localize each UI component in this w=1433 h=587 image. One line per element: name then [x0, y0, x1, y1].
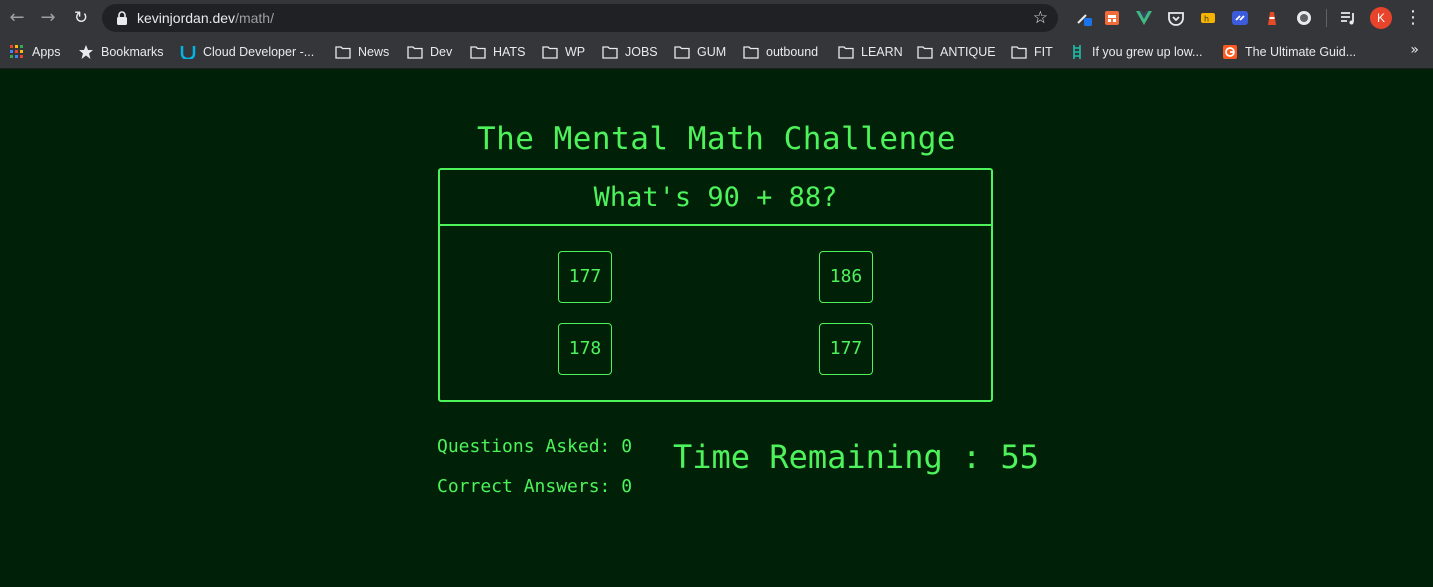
- folder-icon: [407, 46, 423, 59]
- lock-icon: [117, 11, 127, 25]
- bookmark-label: If you grew up low...: [1092, 45, 1203, 59]
- bookmark-label: Apps: [32, 45, 61, 59]
- folder-icon: [674, 46, 690, 59]
- bookmark-folder-jobs[interactable]: JOBS: [602, 42, 658, 62]
- udacity-icon: [180, 46, 196, 59]
- answer-option-button[interactable]: 178: [558, 323, 612, 375]
- forward-arrow-icon[interactable]: →: [37, 7, 59, 29]
- bookmark-apps[interactable]: Apps: [9, 42, 61, 62]
- eyedropper-extension-icon[interactable]: [1075, 9, 1093, 27]
- bookmark-cloud-developer[interactable]: Cloud Developer -...: [180, 42, 314, 62]
- g-logo-icon: [1223, 45, 1237, 59]
- bookmark-bookmarks[interactable]: Bookmarks: [78, 42, 164, 62]
- folder-icon: [602, 46, 618, 59]
- more-bookmarks-button[interactable]: »: [1410, 42, 1419, 58]
- vue-devtools-icon[interactable]: [1135, 9, 1153, 27]
- bookmark-label: JOBS: [625, 45, 658, 59]
- bookmark-label: Cloud Developer -...: [203, 45, 315, 59]
- bookmark-folder-fit[interactable]: FIT: [1011, 42, 1053, 62]
- bookmarks-bar: Apps Bookmarks Cloud Developer -... News…: [0, 36, 1433, 69]
- bookmark-folder-wp[interactable]: WP: [542, 42, 585, 62]
- bookmark-label: outbound: [766, 45, 819, 59]
- bookmark-ultimate-guide[interactable]: The Ultimate Guid...: [1222, 42, 1356, 62]
- folder-icon: [917, 46, 933, 59]
- bookmark-label: The Ultimate Guid...: [1245, 45, 1357, 59]
- media-controls-icon[interactable]: [1339, 9, 1357, 27]
- folder-icon: [838, 46, 854, 59]
- calendar-extension-icon[interactable]: [1103, 9, 1121, 27]
- bookmark-label: News: [358, 45, 390, 59]
- bookmark-folder-dev[interactable]: Dev: [407, 42, 452, 62]
- answer-option-button[interactable]: 177: [819, 323, 873, 375]
- bookmark-folder-news[interactable]: News: [335, 42, 389, 62]
- bookmark-folder-gum[interactable]: GUM: [674, 42, 726, 62]
- question-card: What's 90 + 88? 177 186 178 177: [438, 168, 993, 402]
- bookmark-folder-learn[interactable]: LEARN: [838, 42, 903, 62]
- folder-icon: [542, 46, 558, 59]
- address-bar[interactable]: kevinjordan.dev/math/ ☆: [102, 4, 1058, 32]
- bookmark-grew-up-low[interactable]: If you grew up low...: [1069, 42, 1202, 62]
- bookmark-folder-outbound[interactable]: outbound: [743, 42, 818, 62]
- lighthouse-icon[interactable]: [1263, 9, 1281, 27]
- url-text[interactable]: kevinjordan.dev/math/: [137, 9, 274, 27]
- bookmark-label: Bookmarks: [101, 45, 164, 59]
- bookmark-folder-antique[interactable]: ANTIQUE: [917, 42, 996, 62]
- star-icon: [79, 45, 93, 59]
- toolbar-separator: [1326, 9, 1327, 27]
- url-path: /math/: [235, 10, 274, 26]
- bookmark-label: HATS: [493, 45, 526, 59]
- ladder-icon: [1073, 45, 1081, 59]
- page-title: The Mental Math Challenge: [476, 121, 957, 157]
- link-extension-icon[interactable]: [1231, 9, 1249, 27]
- bookmark-label: ANTIQUE: [940, 45, 996, 59]
- bookmark-folder-hats[interactable]: HATS: [470, 42, 525, 62]
- apps-grid-icon: [10, 45, 23, 58]
- browser-toolbar: ← → ↻ kevinjordan.dev/math/ ☆ h K ⋮: [0, 0, 1433, 36]
- bookmark-star-icon[interactable]: ☆: [1033, 7, 1048, 29]
- questions-asked-counter: Questions Asked: 0: [437, 436, 633, 457]
- folder-icon: [335, 46, 351, 59]
- reload-icon[interactable]: ↻: [70, 7, 92, 29]
- question-text: What's 90 + 88?: [440, 170, 991, 226]
- bookmark-label: WP: [565, 45, 586, 59]
- folder-icon: [743, 46, 759, 59]
- record-extension-icon[interactable]: [1295, 9, 1313, 27]
- bookmark-label: Dev: [430, 45, 453, 59]
- pocket-icon[interactable]: [1167, 9, 1185, 27]
- bookmark-label: GUM: [697, 45, 727, 59]
- correct-answers-counter: Correct Answers: 0: [437, 476, 633, 497]
- math-challenge-page: The Mental Math Challenge What's 90 + 88…: [0, 69, 1433, 587]
- folder-icon: [470, 46, 486, 59]
- back-arrow-icon[interactable]: ←: [6, 7, 28, 29]
- folder-icon: [1011, 46, 1027, 59]
- honey-extension-icon[interactable]: h: [1199, 9, 1217, 27]
- bookmark-label: LEARN: [861, 45, 903, 59]
- answer-option-button[interactable]: 177: [558, 251, 612, 303]
- answer-option-button[interactable]: 186: [819, 251, 873, 303]
- browser-menu-icon[interactable]: ⋮: [1404, 7, 1422, 29]
- time-remaining: Time Remaining : 55: [673, 438, 1040, 476]
- profile-avatar[interactable]: K: [1370, 7, 1392, 29]
- bookmark-label: FIT: [1034, 45, 1053, 59]
- svg-text:h: h: [1204, 15, 1209, 24]
- url-host: kevinjordan.dev: [137, 10, 236, 26]
